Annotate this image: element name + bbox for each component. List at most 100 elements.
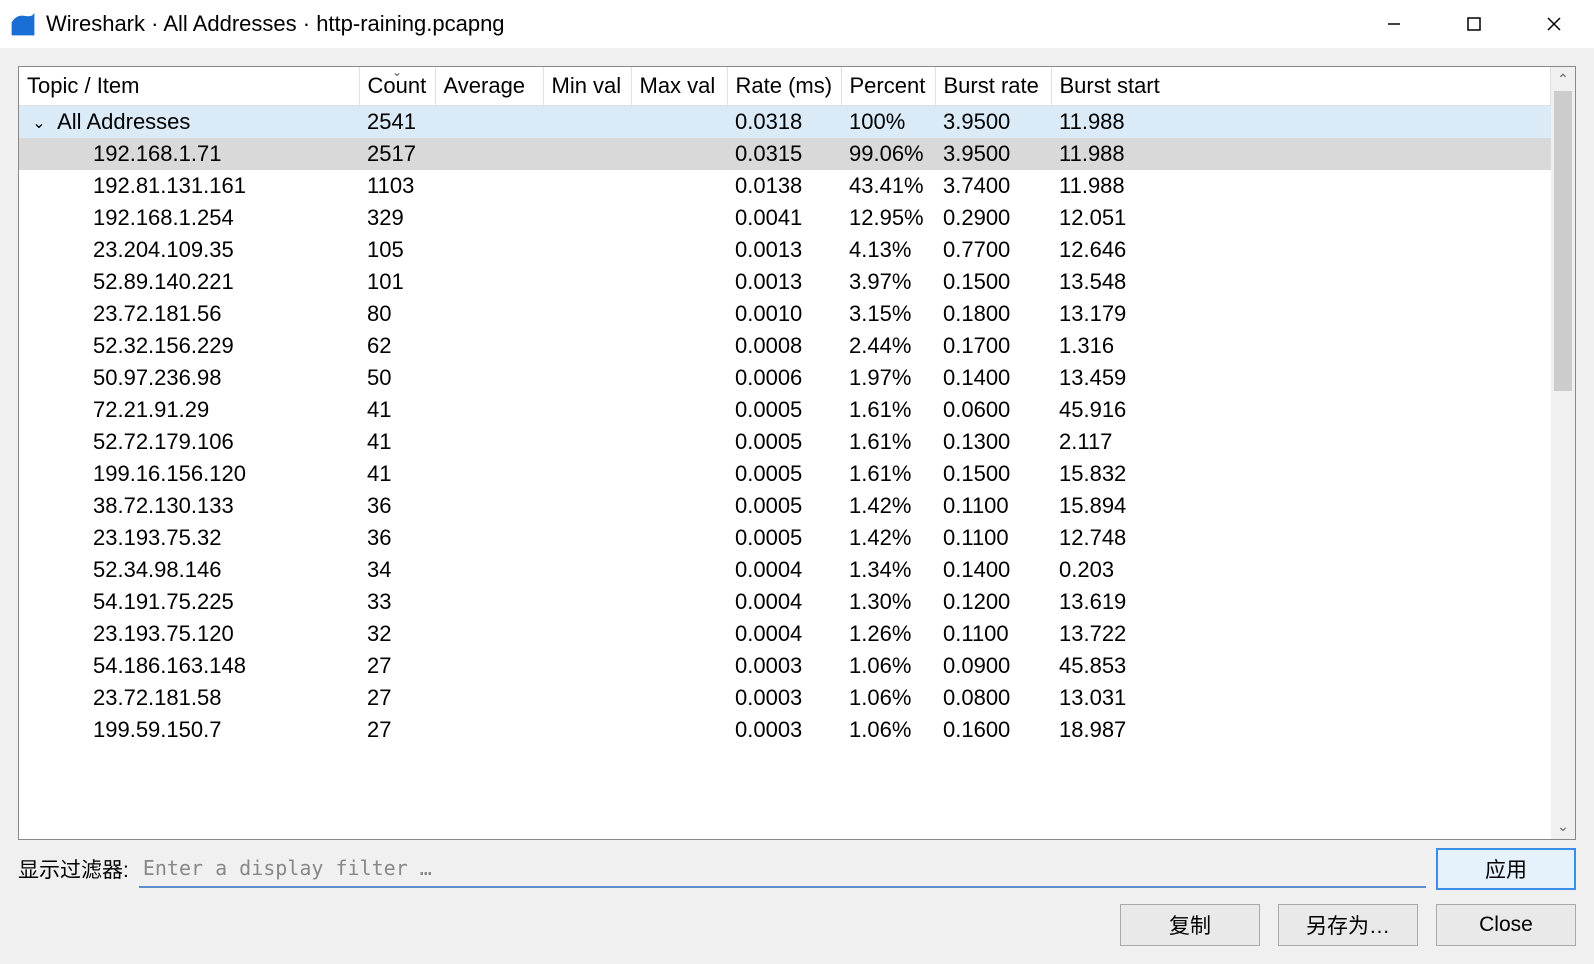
cell-count: 36 [359, 490, 435, 522]
apply-button[interactable]: 应用 [1436, 848, 1576, 890]
close-button[interactable] [1514, 0, 1594, 48]
minimize-button[interactable] [1354, 0, 1434, 48]
col-minval[interactable]: Min val [543, 67, 631, 106]
col-burstrate[interactable]: Burst rate [935, 67, 1051, 106]
expand-collapse-icon[interactable]: ⌄ [27, 113, 51, 133]
cell-topic: 52.34.98.146 [19, 554, 359, 586]
table-row[interactable]: 54.186.163.148270.00031.06%0.090045.853 [19, 650, 1551, 682]
table-row[interactable]: 23.72.181.56800.00103.15%0.180013.179 [19, 298, 1551, 330]
table-header-row: Topic / Item ⌄Count Average Min val Max … [19, 67, 1551, 106]
cell-burststart: 11.988 [1051, 138, 1551, 170]
cell-percent: 1.30% [841, 586, 935, 618]
save-as-button[interactable]: 另存为… [1278, 904, 1418, 946]
parent-percent: 100% [841, 106, 935, 139]
cell-burstrate: 0.1500 [935, 266, 1051, 298]
cell-topic: 23.193.75.32 [19, 522, 359, 554]
col-average[interactable]: Average [435, 67, 543, 106]
cell-burststart: 12.646 [1051, 234, 1551, 266]
col-burststart[interactable]: Burst start [1051, 67, 1551, 106]
cell-rate: 0.0005 [727, 458, 841, 490]
cell-topic: 192.81.131.161 [19, 170, 359, 202]
col-maxval[interactable]: Max val [631, 67, 727, 106]
table-row[interactable]: 72.21.91.29410.00051.61%0.060045.916 [19, 394, 1551, 426]
cell-burstrate: 0.1300 [935, 426, 1051, 458]
cell-burststart: 13.548 [1051, 266, 1551, 298]
filter-row: 显示过滤器: 应用 [18, 840, 1576, 898]
cell-rate: 0.0005 [727, 522, 841, 554]
cell-rate: 0.0005 [727, 426, 841, 458]
maximize-button[interactable] [1434, 0, 1514, 48]
col-percent[interactable]: Percent [841, 67, 935, 106]
table-row[interactable]: 23.193.75.32360.00051.42%0.110012.748 [19, 522, 1551, 554]
cell-percent: 43.41% [841, 170, 935, 202]
cell-count: 1103 [359, 170, 435, 202]
scrollbar-thumb[interactable] [1554, 91, 1572, 391]
cell-count: 2517 [359, 138, 435, 170]
cell-rate: 0.0005 [727, 490, 841, 522]
close-dialog-button[interactable]: Close [1436, 904, 1576, 946]
cell-rate: 0.0013 [727, 266, 841, 298]
vertical-scrollbar[interactable]: ⌃ ⌄ [1551, 67, 1575, 839]
parent-topic: All Addresses [57, 109, 190, 134]
table-row[interactable]: 54.191.75.225330.00041.30%0.120013.619 [19, 586, 1551, 618]
stats-table: Topic / Item ⌄Count Average Min val Max … [19, 67, 1551, 746]
wireshark-icon [10, 11, 36, 37]
col-count[interactable]: ⌄Count [359, 67, 435, 106]
table-row[interactable]: 52.72.179.106410.00051.61%0.13002.117 [19, 426, 1551, 458]
cell-burstrate: 0.1100 [935, 522, 1051, 554]
cell-percent: 1.61% [841, 394, 935, 426]
table-row[interactable]: 192.168.1.7125170.031599.06%3.950011.988 [19, 138, 1551, 170]
cell-percent: 1.61% [841, 458, 935, 490]
table-row[interactable]: 23.72.181.58270.00031.06%0.080013.031 [19, 682, 1551, 714]
table-row[interactable]: 52.89.140.2211010.00133.97%0.150013.548 [19, 266, 1551, 298]
cell-percent: 1.06% [841, 650, 935, 682]
cell-burstrate: 0.1800 [935, 298, 1051, 330]
cell-percent: 99.06% [841, 138, 935, 170]
cell-percent: 1.42% [841, 490, 935, 522]
table-row[interactable]: 23.193.75.120320.00041.26%0.110013.722 [19, 618, 1551, 650]
cell-topic: 52.72.179.106 [19, 426, 359, 458]
cell-burststart: 15.894 [1051, 490, 1551, 522]
cell-burstrate: 0.0800 [935, 682, 1051, 714]
table-row[interactable]: 38.72.130.133360.00051.42%0.110015.894 [19, 490, 1551, 522]
table-row[interactable]: 199.16.156.120410.00051.61%0.150015.832 [19, 458, 1551, 490]
cell-burstrate: 0.2900 [935, 202, 1051, 234]
cell-percent: 3.97% [841, 266, 935, 298]
cell-burstrate: 0.1100 [935, 618, 1051, 650]
cell-burststart: 13.179 [1051, 298, 1551, 330]
cell-count: 34 [359, 554, 435, 586]
cell-percent: 1.26% [841, 618, 935, 650]
parent-burstrate: 3.9500 [935, 106, 1051, 139]
table-row[interactable]: 192.81.131.16111030.013843.41%3.740011.9… [19, 170, 1551, 202]
cell-count: 41 [359, 394, 435, 426]
cell-rate: 0.0013 [727, 234, 841, 266]
cell-rate: 0.0003 [727, 650, 841, 682]
content-area: Topic / Item ⌄Count Average Min val Max … [0, 48, 1594, 964]
table-row[interactable]: 192.168.1.2543290.004112.95%0.290012.051 [19, 202, 1551, 234]
cell-burststart: 2.117 [1051, 426, 1551, 458]
tree-parent-row[interactable]: ⌄ All Addresses 2541 0.0318 100% 3.9500 … [19, 106, 1551, 139]
col-topic[interactable]: Topic / Item [19, 67, 359, 106]
cell-topic: 50.97.236.98 [19, 362, 359, 394]
cell-count: 80 [359, 298, 435, 330]
parent-count: 2541 [359, 106, 435, 139]
table-row[interactable]: 199.59.150.7270.00031.06%0.160018.987 [19, 714, 1551, 746]
cell-burstrate: 0.0600 [935, 394, 1051, 426]
cell-burstrate: 3.9500 [935, 138, 1051, 170]
cell-burststart: 12.748 [1051, 522, 1551, 554]
copy-button[interactable]: 复制 [1120, 904, 1260, 946]
scroll-down-icon[interactable]: ⌄ [1557, 814, 1569, 839]
col-rate[interactable]: Rate (ms) [727, 67, 841, 106]
cell-burstrate: 3.7400 [935, 170, 1051, 202]
cell-rate: 0.0006 [727, 362, 841, 394]
scroll-up-icon[interactable]: ⌃ [1557, 67, 1569, 92]
cell-percent: 12.95% [841, 202, 935, 234]
cell-percent: 1.34% [841, 554, 935, 586]
parent-rate: 0.0318 [727, 106, 841, 139]
table-row[interactable]: 50.97.236.98500.00061.97%0.140013.459 [19, 362, 1551, 394]
table-row[interactable]: 52.34.98.146340.00041.34%0.14000.203 [19, 554, 1551, 586]
cell-topic: 192.168.1.71 [19, 138, 359, 170]
display-filter-input[interactable] [139, 850, 1426, 888]
table-row[interactable]: 23.204.109.351050.00134.13%0.770012.646 [19, 234, 1551, 266]
table-row[interactable]: 52.32.156.229620.00082.44%0.17001.316 [19, 330, 1551, 362]
